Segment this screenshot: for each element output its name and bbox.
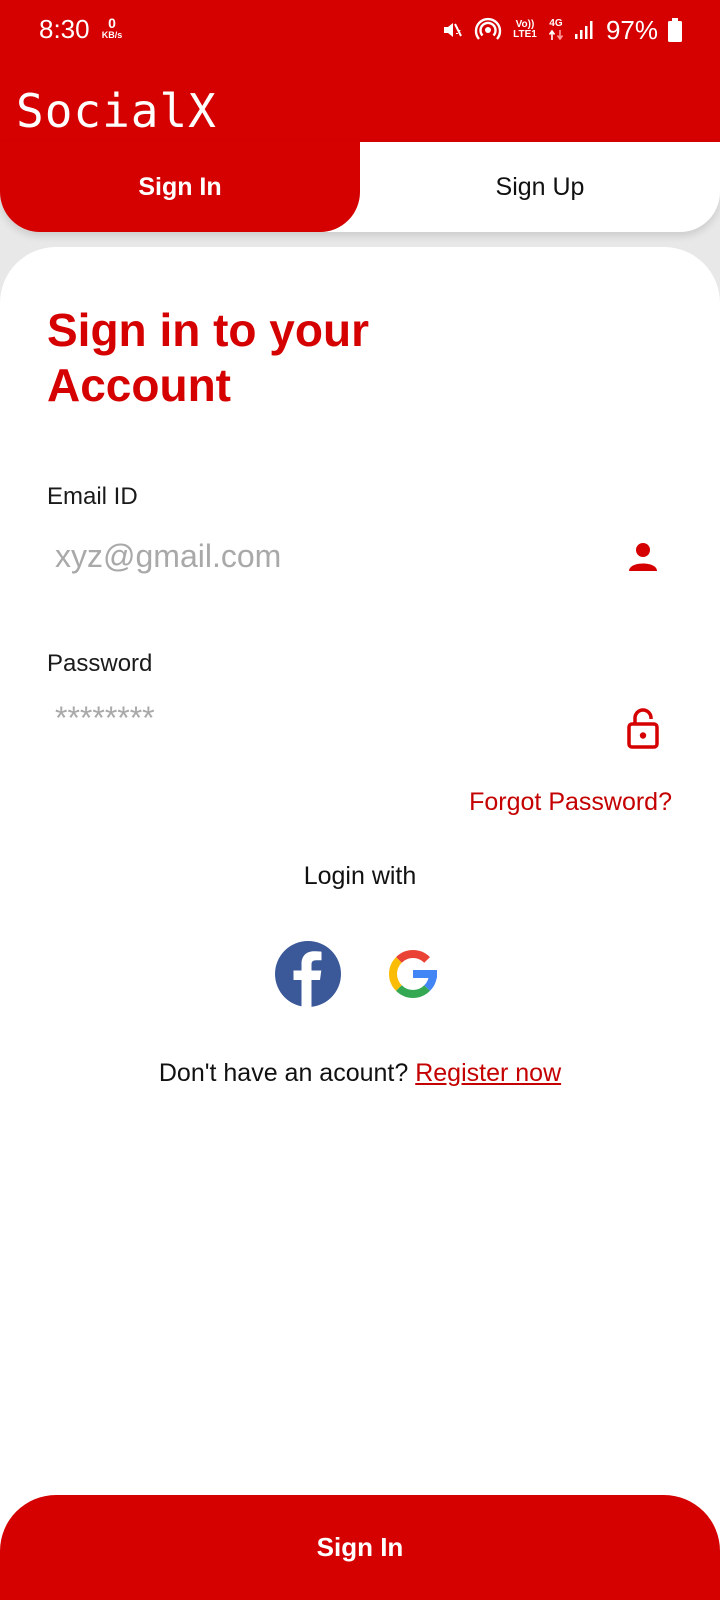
network-speed-unit: KB/s	[101, 30, 123, 40]
signal-icon	[574, 19, 596, 41]
facebook-icon[interactable]	[274, 940, 342, 1008]
sign-in-button[interactable]: Sign In	[0, 1495, 720, 1600]
app-title: SocialX	[16, 84, 217, 138]
status-time: 8:30	[39, 14, 90, 44]
tab-sign-in[interactable]: Sign In	[0, 142, 360, 232]
network-speed-value: 0	[108, 15, 116, 31]
email-label: Email ID	[47, 483, 138, 510]
register-prompt-row: Don't have an acount? Register now	[0, 1059, 720, 1088]
hotspot-icon	[474, 16, 502, 44]
battery-icon	[668, 18, 682, 42]
person-icon	[623, 536, 663, 576]
battery-percent: 97%	[605, 14, 658, 45]
sign-in-screen: 8:30 0 KB/s Vo)) LTE1 4G 97% SocialX Sig…	[0, 0, 720, 1600]
data-transfer-icon	[548, 29, 564, 41]
sign-in-card	[0, 247, 720, 1600]
network-speed: 0 KB/s	[99, 16, 125, 40]
password-field[interactable]	[47, 690, 607, 746]
network-type: 4G	[549, 18, 563, 29]
auth-tab-bar: Sign In Sign Up	[0, 142, 720, 232]
mute-icon	[440, 18, 464, 42]
tab-sign-up[interactable]: Sign Up	[360, 142, 720, 232]
password-label: Password	[47, 650, 153, 677]
volte-indicator: Vo)) LTE1	[513, 19, 537, 40]
data-arrows: 4G	[548, 19, 564, 41]
status-bar: 8:30 0 KB/s Vo)) LTE1 4G 97%	[0, 0, 720, 64]
login-with-label: Login with	[303, 862, 417, 890]
register-link[interactable]: Register now	[415, 1059, 561, 1087]
header: 8:30 0 KB/s Vo)) LTE1 4G 97% SocialX	[0, 0, 720, 142]
email-field[interactable]	[47, 528, 607, 584]
page-title: Sign in to your Account	[47, 304, 369, 411]
google-icon[interactable]	[379, 940, 447, 1008]
unlock-icon[interactable]	[623, 708, 663, 749]
register-prompt: Don't have an acount?	[158, 1059, 409, 1087]
status-icons: Vo)) LTE1 4G 97%	[440, 14, 682, 46]
forgot-password-link[interactable]: Forgot Password?	[469, 788, 672, 817]
